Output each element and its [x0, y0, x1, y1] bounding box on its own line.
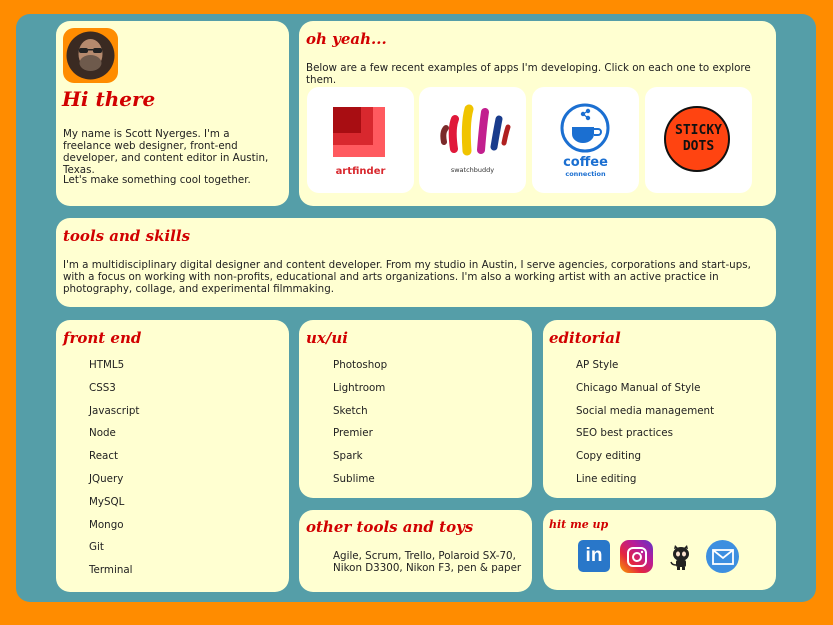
list-item: MySQL: [89, 495, 125, 508]
app-sticky-dots[interactable]: STICKY DOTS: [645, 87, 752, 193]
list-item: Chicago Manual of Style: [576, 381, 701, 394]
other-tools-line1: Agile, Scrum, Trello, Polaroid SX-70,: [333, 550, 516, 562]
github-link[interactable]: [664, 540, 697, 573]
instagram-link[interactable]: [620, 540, 653, 573]
list-item: Git: [89, 541, 104, 554]
list-item: HTML5: [89, 359, 125, 371]
email-icon: [711, 548, 734, 565]
apps-card: oh yeah... Below are a few recent exampl…: [299, 21, 776, 206]
list-item: Sublime: [333, 472, 375, 485]
intro-title: Hi there: [62, 87, 156, 111]
apps-title: oh yeah...: [306, 30, 387, 48]
list-item: Lightroom: [333, 381, 386, 394]
app-coffee-label: coffee: [563, 155, 608, 170]
other-tools-line2: Nikon D3300, Nikon F3, pen & paper: [333, 562, 522, 574]
list-item: Copy editing: [576, 450, 642, 463]
swatchbuddy-logo-icon: [440, 104, 511, 156]
list-item: Mongo: [89, 518, 124, 531]
list-item: SEO best practices: [576, 427, 673, 440]
contact-title: hit me up: [549, 518, 609, 531]
github-icon: [669, 544, 689, 570]
app-swatchbuddy-label: swatchbuddy: [450, 166, 495, 174]
artfinder-logo-icon: [333, 107, 385, 157]
editorial-list: AP Style Chicago Manual of Style Social …: [576, 359, 714, 496]
frontend-card: front end HTML5 CSS3 Javascript Node Rea…: [56, 320, 289, 592]
email-link[interactable]: [706, 540, 739, 573]
list-item: Javascript: [89, 404, 140, 417]
linkedin-icon: in: [585, 545, 603, 566]
frontend-list: HTML5 CSS3 Javascript Node React JQuery …: [89, 359, 139, 587]
app-coffee-sublabel: connection: [565, 170, 606, 178]
tools-title: tools and skills: [63, 227, 191, 245]
list-item: Line editing: [576, 472, 637, 485]
list-item: Terminal: [89, 564, 133, 577]
intro-card: Hi there My name is Scott Nyerges. I'm a…: [56, 21, 289, 206]
app-swatchbuddy[interactable]: swatchbuddy: [419, 87, 526, 193]
list-item: CSS3: [89, 381, 116, 394]
app-artfinder-label: artfinder: [335, 166, 386, 177]
list-item: React: [89, 450, 119, 463]
tools-text: I'm a multidisciplinary digital designer…: [63, 259, 751, 295]
coffee-cup-icon: [560, 103, 610, 153]
app-sticky-label: STICKY: [675, 123, 722, 138]
app-coffee-connection[interactable]: coffee connection: [532, 87, 639, 193]
apps-subtitle: Below are a few recent examples of apps …: [306, 62, 751, 86]
other-tools-card: other tools and toys Agile, Scrum, Trell…: [299, 510, 532, 592]
list-item: Photoshop: [333, 359, 388, 371]
list-item: Spark: [333, 450, 363, 463]
app-artfinder[interactable]: artfinder: [307, 87, 414, 193]
tools-card: tools and skills I'm a multidisciplinary…: [56, 218, 776, 307]
list-item: Social media management: [576, 404, 715, 417]
avatar: [63, 28, 118, 83]
uxui-title: ux/ui: [306, 329, 348, 347]
editorial-title: editorial: [549, 329, 621, 347]
uxui-card: ux/ui Photoshop Lightroom Sketch Premier…: [299, 320, 532, 498]
list-item: Premier: [333, 427, 373, 440]
instagram-icon: [626, 546, 647, 567]
list-item: JQuery: [89, 472, 124, 485]
intro-bio: My name is Scott Nyerges. I'm a freelanc…: [63, 128, 269, 176]
list-item: AP Style: [576, 359, 619, 371]
frontend-title: front end: [63, 329, 142, 347]
intro-cta: Let's make something cool together.: [63, 174, 251, 186]
other-tools-title: other tools and toys: [306, 518, 474, 536]
linkedin-link[interactable]: in: [578, 540, 610, 572]
list-item: Node: [89, 427, 116, 440]
editorial-card: editorial AP Style Chicago Manual of Sty…: [543, 320, 776, 498]
app-sticky-sublabel: DOTS: [682, 139, 715, 154]
contact-card: hit me up in: [543, 510, 776, 590]
list-item: Sketch: [333, 404, 368, 417]
uxui-list: Photoshop Lightroom Sketch Premier Spark…: [333, 359, 387, 496]
